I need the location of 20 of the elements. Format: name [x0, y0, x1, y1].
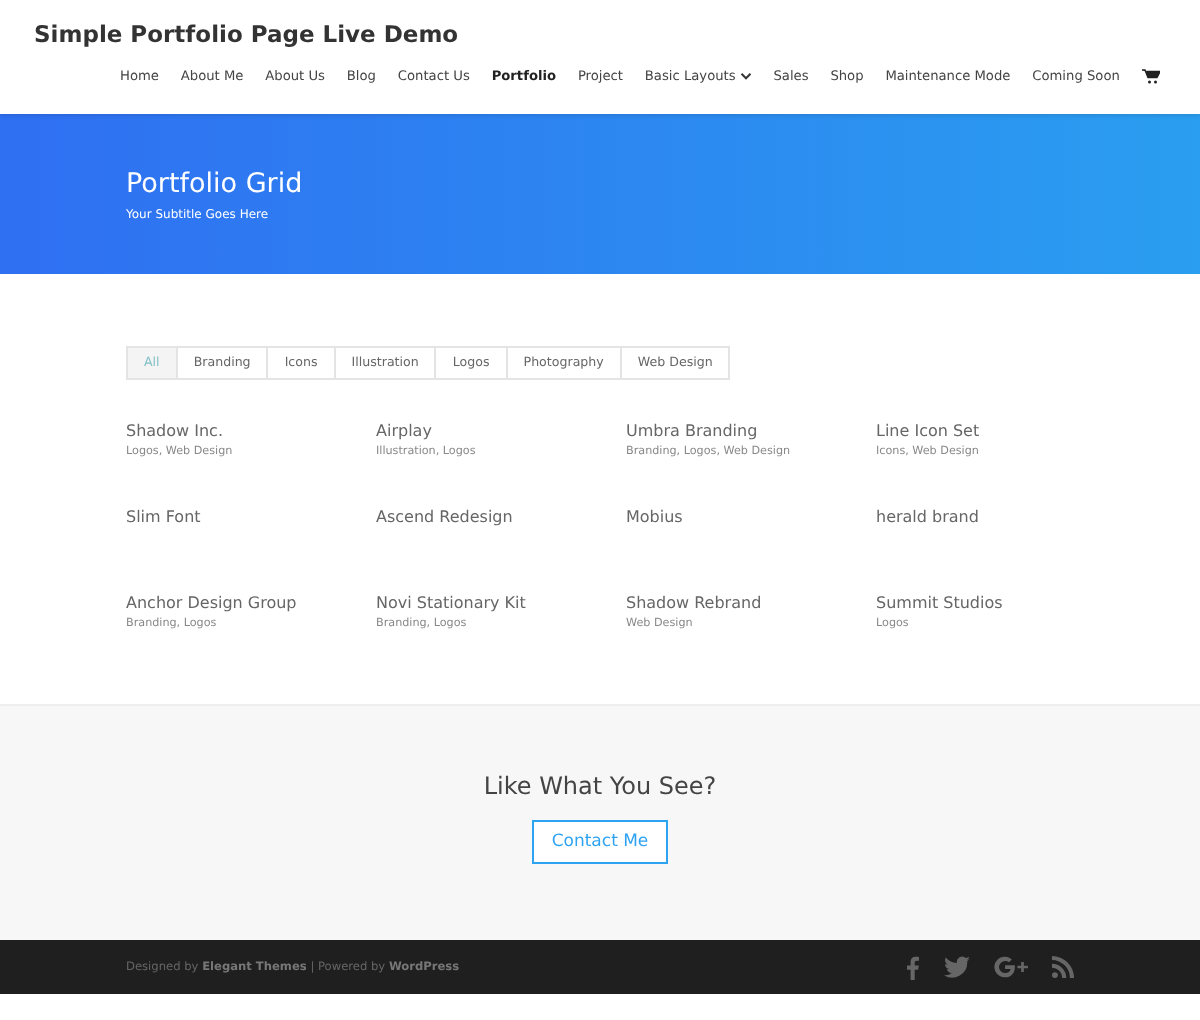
project-title[interactable]: Slim Font [126, 508, 376, 526]
project-title[interactable]: Line Icon Set [876, 422, 1126, 440]
project-title[interactable]: Shadow Rebrand [626, 594, 876, 612]
project-title[interactable]: Summit Studios [876, 594, 1126, 612]
project-title[interactable]: Ascend Redesign [376, 508, 626, 526]
project-title[interactable]: Mobius [626, 508, 876, 526]
facebook-icon[interactable] [906, 955, 920, 979]
cart-icon[interactable] [1141, 68, 1160, 84]
project-title[interactable]: herald brand [876, 508, 1126, 526]
hero-title: Portfolio Grid [126, 167, 305, 199]
rss-icon[interactable] [1052, 956, 1074, 978]
google-plus-icon[interactable] [994, 956, 1028, 978]
project-title[interactable]: Shadow Inc. [126, 422, 376, 440]
project-title[interactable]: Airplay [376, 422, 626, 440]
project-title[interactable]: Umbra Branding [626, 422, 876, 440]
cta-heading: Like What You See? [483, 772, 717, 800]
site-title[interactable]: Simple Portfolio Page Live Demo [34, 20, 459, 48]
project-title[interactable]: Anchor Design Group [126, 594, 376, 612]
project-title[interactable]: Novi Stationary Kit [376, 594, 626, 612]
twitter-icon[interactable] [944, 956, 970, 978]
